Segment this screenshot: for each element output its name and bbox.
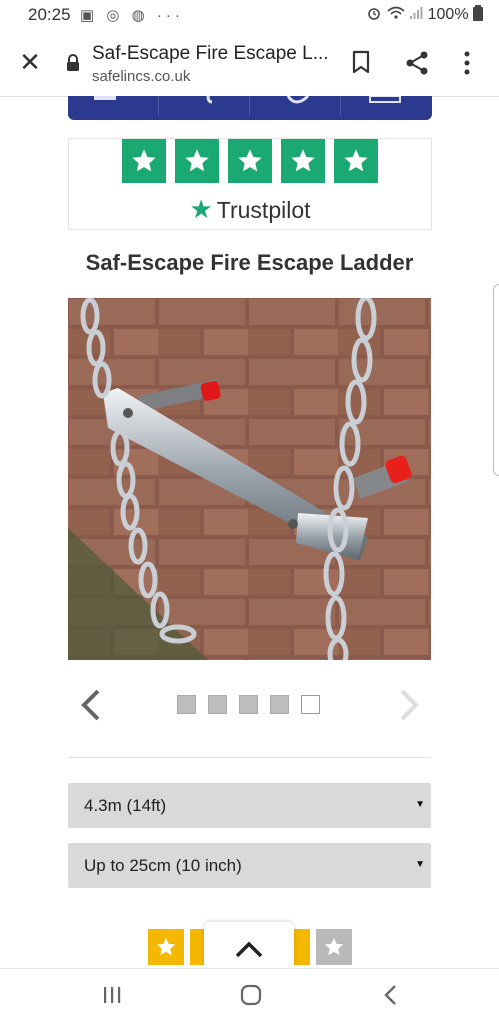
browser-toolbar: ✕ Saf-Escape Fire Escape L... safelincs.… [0,30,499,97]
wifi-icon [387,6,405,19]
chevron-down-icon: ▼ [415,799,425,810]
signal-icon [410,7,423,19]
rating-star-icon [148,929,184,965]
share-icon[interactable] [404,50,430,76]
site-category-nav[interactable] [68,96,432,120]
nav-icons [94,96,401,104]
system-nav-bar [0,968,499,1025]
battery-level: 100% [427,6,469,23]
recent-apps-icon[interactable] [102,986,122,1004]
lock-icon [67,54,79,71]
chevron-up-icon [235,941,263,958]
trustpilot-star-icon [122,139,166,183]
product-image[interactable] [68,298,431,660]
carousel-dot[interactable] [270,695,289,714]
carousel-prev-button[interactable] [78,688,104,722]
trustpilot-label: ★ Trustpilot [69,194,431,225]
carousel-dot[interactable] [239,695,258,714]
sill-depth-select-value: Up to 25cm (10 inch) [84,856,242,875]
status-bar: 20:25 ▣ ◎ ◍ ··· 100% [0,0,499,30]
back-icon[interactable] [382,984,398,1006]
trustpilot-star-icon [281,139,325,183]
page-url: safelincs.co.uk [92,68,191,85]
more-menu-icon[interactable] [462,50,472,76]
trustpilot-logo-star-icon: ★ [189,194,213,224]
product-title: Saf-Escape Fire Escape Ladder [85,250,414,275]
close-tab-button[interactable]: ✕ [16,48,44,76]
battery-icon [473,5,483,21]
scroll-to-top-button[interactable] [204,922,294,970]
chevron-down-icon: ▼ [415,859,425,870]
carousel-next-button[interactable] [396,688,422,722]
trustpilot-star-icon [228,139,272,183]
alarm-icon [368,8,381,20]
carousel-dot[interactable] [301,695,320,714]
divider [68,757,431,758]
notification-icons: ▣ ◎ ◍ ··· [80,7,184,24]
trustpilot-brand: Trustpilot [216,197,311,223]
home-icon[interactable] [240,984,262,1006]
carousel-dot[interactable] [177,695,196,714]
trustpilot-widget[interactable]: ★ Trustpilot [68,138,432,230]
status-time: 20:25 [28,5,71,24]
status-right: 100% [366,5,483,24]
length-select[interactable]: 4.3m (14ft) ▼ [68,783,431,828]
bookmark-icon[interactable] [350,50,372,74]
trustpilot-star-icon [334,139,378,183]
carousel-dots [177,695,320,714]
page-scrollbar[interactable] [493,284,499,476]
trustpilot-star-icon [175,139,219,183]
carousel-dot[interactable] [208,695,227,714]
page-title: Saf-Escape Fire Escape L... [92,43,329,64]
sill-depth-select[interactable]: Up to 25cm (10 inch) ▼ [68,843,431,888]
length-select-value: 4.3m (14ft) [84,796,167,815]
rating-star-icon [316,929,352,965]
